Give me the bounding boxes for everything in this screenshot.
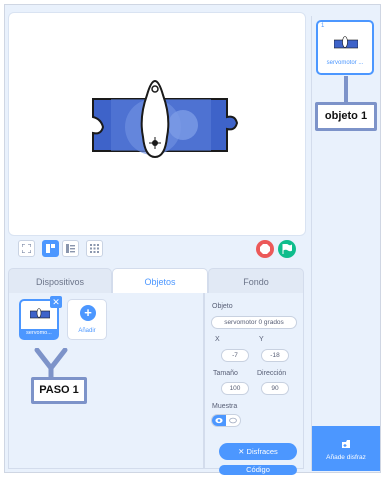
large-stage-icon[interactable] xyxy=(86,240,103,257)
direction-field[interactable]: 90 xyxy=(261,382,289,395)
x-field[interactable]: -7 xyxy=(221,349,249,362)
object-label: Objeto xyxy=(212,303,233,310)
size-label: Tamaño xyxy=(213,370,238,377)
size-field[interactable]: 100 xyxy=(221,382,249,395)
sprite-card-servomotor[interactable]: ✕ servomo... xyxy=(19,296,62,340)
show-visible-icon[interactable] xyxy=(212,415,226,426)
close-icon[interactable]: ✕ xyxy=(50,296,62,308)
servomotor-sprite[interactable] xyxy=(91,77,247,173)
annotation-arrow xyxy=(34,348,68,378)
sprite-list: ✕ servomo... + Añadir PASO 1 xyxy=(8,293,204,469)
code-button[interactable]: Código xyxy=(219,465,297,475)
pane-tabs: Dispositivos Objetos Fondo xyxy=(8,268,304,294)
stop-icon[interactable] xyxy=(256,240,274,258)
y-label: Y xyxy=(259,336,264,343)
stage-toolbar xyxy=(18,240,304,262)
costume-number: 1 xyxy=(321,23,325,29)
annotation-arrow xyxy=(344,76,348,102)
code-button-label: Código xyxy=(246,465,270,474)
sprite-properties: Objeto servomotor 0 grados X Y -7 -18 Ta… xyxy=(204,293,304,475)
costume-name: servomotor ... xyxy=(326,60,364,66)
fullscreen-icon[interactable] xyxy=(18,240,35,257)
objeto-1-callout: objeto 1 xyxy=(315,102,377,131)
tab-objetos[interactable]: Objetos xyxy=(112,268,208,294)
close-icon: ✕ xyxy=(238,447,247,456)
y-field[interactable]: -18 xyxy=(261,349,289,362)
show-hidden-icon[interactable] xyxy=(226,415,240,426)
add-sprite-button[interactable]: + Añadir xyxy=(67,299,107,340)
direction-label: Dirección xyxy=(257,370,287,377)
costume-list: 1 servomotor ... objeto 1 Añade disfraz xyxy=(311,16,380,471)
paso-1-callout: PASO 1 xyxy=(31,377,87,404)
add-sprite-label: Añadir xyxy=(78,328,96,334)
servomotor-thumbnail xyxy=(334,36,358,49)
show-label: Muestra xyxy=(212,403,238,410)
add-costume-button[interactable]: Añade disfraz xyxy=(312,426,380,471)
tab-dispositivos[interactable]: Dispositivos xyxy=(8,268,112,294)
tab-fondo[interactable]: Fondo xyxy=(208,268,304,294)
x-label: X xyxy=(215,336,220,343)
small-stage-icon[interactable] xyxy=(42,240,59,257)
normal-stage-icon[interactable] xyxy=(62,240,79,257)
costumes-button[interactable]: ✕ Disfraces xyxy=(219,443,297,460)
show-toggle xyxy=(211,414,241,427)
plus-icon: + xyxy=(80,305,96,321)
stage[interactable] xyxy=(8,12,306,236)
costume-card-1[interactable]: 1 servomotor ... xyxy=(316,20,374,75)
green-flag-icon[interactable] xyxy=(278,240,296,258)
sprite-name: servomo... xyxy=(21,329,57,338)
costumes-button-label: Disfraces xyxy=(246,447,278,456)
object-name-field[interactable]: servomotor 0 grados xyxy=(211,316,297,329)
costume-brush-icon xyxy=(342,440,350,448)
servomotor-thumbnail xyxy=(30,308,50,319)
add-costume-label: Añade disfraz xyxy=(326,454,366,461)
